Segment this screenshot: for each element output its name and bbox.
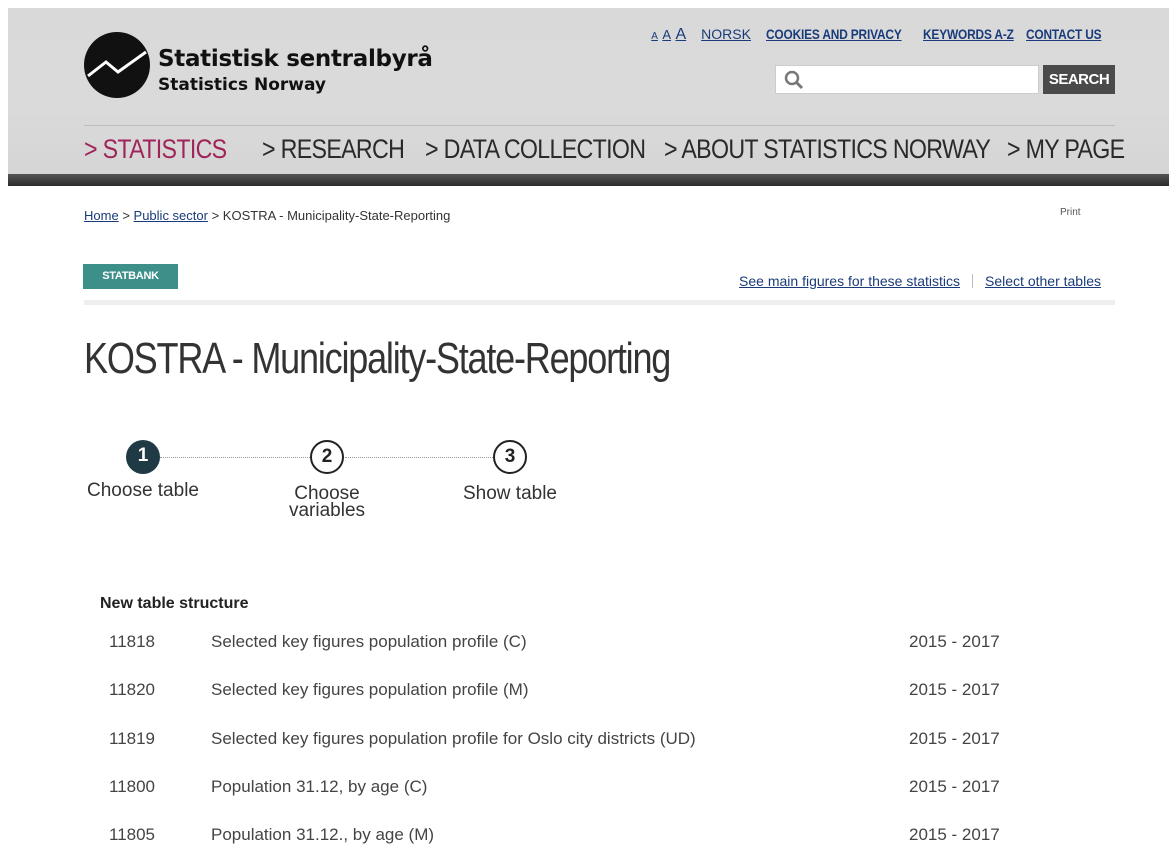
table-name[interactable]: Population 31.12., by age (M) bbox=[211, 825, 434, 845]
nav-research[interactable]: > RESEARCH bbox=[262, 134, 405, 165]
table-code: 11820 bbox=[109, 680, 156, 699]
table-years: 2015 - 2017 bbox=[909, 777, 1000, 796]
link-separator bbox=[972, 274, 974, 288]
text-size-medium[interactable]: A bbox=[662, 27, 671, 42]
step-3-label: Show table bbox=[462, 483, 557, 504]
sub-links: See main figures for these statistics Se… bbox=[739, 273, 1101, 289]
statbank-badge[interactable]: STATBANK bbox=[83, 264, 178, 289]
search-button[interactable]: SEARCH bbox=[1043, 65, 1115, 94]
table-row[interactable]: 11800 Population 31.12, by age (C) 2015 … bbox=[84, 777, 1115, 825]
cookies-privacy-link[interactable]: COOKIES AND PRIVACY bbox=[766, 26, 902, 42]
print-link[interactable]: Print bbox=[1060, 207, 1081, 218]
step-1-indicator[interactable]: 1 bbox=[126, 440, 160, 474]
breadcrumb-home[interactable]: Home bbox=[84, 208, 119, 223]
step-2-indicator[interactable]: 2 bbox=[310, 440, 344, 474]
nav-about[interactable]: > ABOUT STATISTICS NORWAY bbox=[664, 134, 991, 165]
brand-name-norwegian[interactable]: Statistisk sentralbyrå bbox=[158, 46, 433, 72]
contact-us-link[interactable]: CONTACT US bbox=[1026, 26, 1102, 42]
main-figures-link[interactable]: See main figures for these statistics bbox=[739, 273, 960, 289]
table-code: 11800 bbox=[109, 777, 156, 796]
brand-name-english[interactable]: Statistics Norway bbox=[158, 75, 326, 95]
table-code: 11805 bbox=[109, 825, 156, 844]
content-divider bbox=[84, 300, 1115, 305]
step-1-label: Choose table bbox=[87, 480, 199, 501]
top-links: A A A NORSK COOKIES AND PRIVACY KEYWORDS… bbox=[651, 26, 1115, 44]
breadcrumb: Home > Public sector > KOSTRA - Municipa… bbox=[84, 208, 450, 223]
section-title: New table structure bbox=[100, 595, 249, 612]
step-2-label: Choose variables bbox=[288, 483, 366, 521]
breadcrumb-separator: > bbox=[122, 208, 130, 223]
step-connector bbox=[160, 457, 310, 459]
search-input[interactable] bbox=[775, 65, 1039, 94]
table-row[interactable]: 11805 Population 31.12., by age (M) 2015… bbox=[84, 825, 1115, 853]
table-years: 2015 - 2017 bbox=[909, 825, 1000, 844]
table-name[interactable]: Selected key figures population profile … bbox=[211, 680, 529, 700]
breadcrumb-current: KOSTRA - Municipality-State-Reporting bbox=[222, 208, 451, 223]
table-years: 2015 - 2017 bbox=[909, 680, 1000, 699]
table-row[interactable]: 11819 Selected key figures population pr… bbox=[84, 729, 1115, 777]
table-row[interactable]: 11818 Selected key figures population pr… bbox=[84, 632, 1115, 680]
table-name[interactable]: Selected key figures population profile … bbox=[211, 729, 696, 749]
breadcrumb-separator: > bbox=[211, 208, 220, 223]
header-bottom-bar bbox=[8, 174, 1169, 186]
step-3-indicator[interactable]: 3 bbox=[493, 440, 527, 474]
table-code: 11818 bbox=[109, 632, 156, 651]
norsk-link[interactable]: NORSK bbox=[701, 26, 751, 42]
step-connector bbox=[345, 457, 493, 459]
text-size-small[interactable]: A bbox=[651, 31, 658, 42]
page-title: KOSTRA - Municipality-State-Reporting bbox=[84, 334, 671, 383]
table-years: 2015 - 2017 bbox=[909, 632, 1000, 651]
table-years: 2015 - 2017 bbox=[909, 729, 1000, 748]
table-name[interactable]: Selected key figures population profile … bbox=[211, 632, 527, 652]
nav-statistics[interactable]: > STATISTICS bbox=[84, 134, 227, 165]
table-name[interactable]: Population 31.12, by age (C) bbox=[211, 777, 427, 797]
nav-data-collection[interactable]: > DATA COLLECTION bbox=[425, 134, 646, 165]
ssb-logo-icon[interactable] bbox=[84, 32, 150, 98]
table-row[interactable]: 11820 Selected key figures population pr… bbox=[84, 680, 1115, 728]
breadcrumb-public-sector[interactable]: Public sector bbox=[134, 208, 208, 223]
keywords-az-link[interactable]: KEYWORDS A-Z bbox=[923, 26, 1014, 42]
select-other-tables-link[interactable]: Select other tables bbox=[985, 273, 1101, 289]
text-size-large[interactable]: A bbox=[675, 26, 686, 43]
nav-my-page[interactable]: > MY PAGE bbox=[1007, 134, 1125, 165]
text-size-controls: A A A bbox=[651, 26, 686, 44]
nav-divider bbox=[84, 125, 1115, 126]
table-code: 11819 bbox=[109, 729, 156, 748]
search-icon bbox=[784, 70, 806, 95]
